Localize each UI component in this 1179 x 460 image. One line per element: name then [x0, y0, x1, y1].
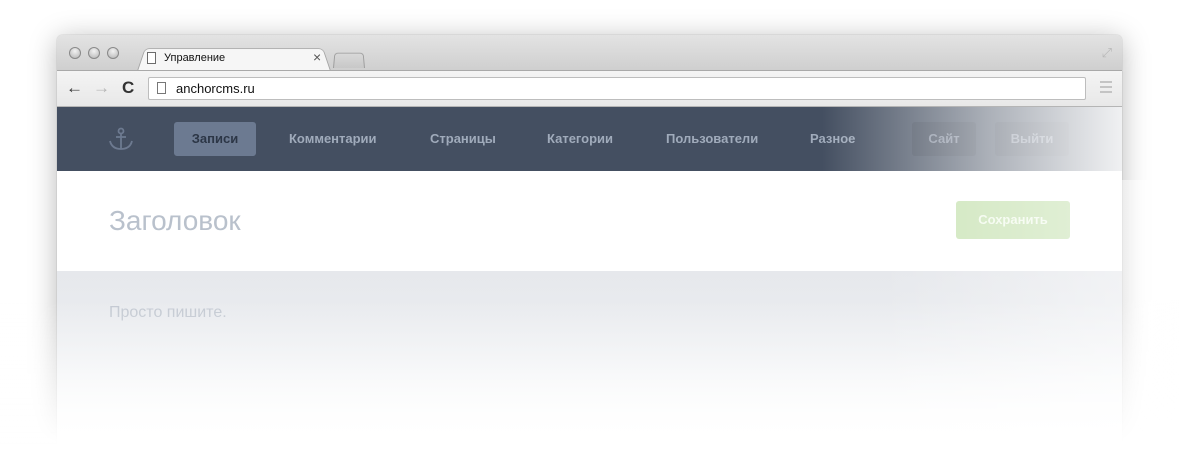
nav-item-users[interactable]: Пользователи [666, 122, 758, 156]
editor-header: Заголовок Сохранить [57, 171, 1122, 271]
admin-nav: Записи Комментарии Страницы Категории По… [57, 107, 1122, 171]
back-arrow-icon[interactable]: ← [66, 78, 83, 98]
stage: Управление × ⤢ ← → C anchorcms.ru Записи… [0, 0, 1179, 460]
nav-item-categories[interactable]: Категории [547, 122, 613, 156]
reload-icon[interactable]: C [122, 78, 134, 98]
browser-toolbar: ← → C anchorcms.ru [57, 70, 1122, 107]
tab-close-icon[interactable]: × [313, 49, 321, 65]
nav-item-pages[interactable]: Страницы [430, 122, 496, 156]
editor-body[interactable]: Просто пишите. [57, 271, 1122, 460]
close-window-icon[interactable] [69, 47, 81, 59]
menu-icon[interactable] [1100, 81, 1112, 96]
anchor-icon[interactable] [107, 127, 135, 153]
nav-item-comments[interactable]: Комментарии [289, 122, 377, 156]
nav-item-misc[interactable]: Разное [810, 122, 855, 156]
logout-button[interactable]: Выйти [995, 122, 1069, 156]
document-icon [147, 52, 156, 64]
browser-window: Управление × ⤢ ← → C anchorcms.ru Записи… [57, 35, 1122, 460]
zoom-window-icon[interactable] [107, 47, 119, 59]
save-button[interactable]: Сохранить [956, 201, 1070, 239]
forward-arrow-icon[interactable]: → [93, 78, 110, 98]
new-tab-button[interactable] [333, 52, 365, 68]
body-placeholder: Просто пишите. [109, 304, 227, 321]
browser-tab[interactable]: Управление × [145, 48, 325, 70]
tab-strip: Управление × ⤢ [57, 35, 1122, 71]
document-icon [157, 82, 166, 94]
minimize-window-icon[interactable] [88, 47, 100, 59]
tab-title: Управление [164, 52, 226, 64]
title-input[interactable]: Заголовок [109, 205, 241, 237]
address-bar[interactable]: anchorcms.ru [148, 77, 1086, 100]
url-text: anchorcms.ru [176, 81, 255, 96]
site-button[interactable]: Сайт [912, 122, 976, 156]
nav-item-posts[interactable]: Записи [174, 122, 256, 156]
fullscreen-icon[interactable]: ⤢ [1102, 45, 1112, 61]
